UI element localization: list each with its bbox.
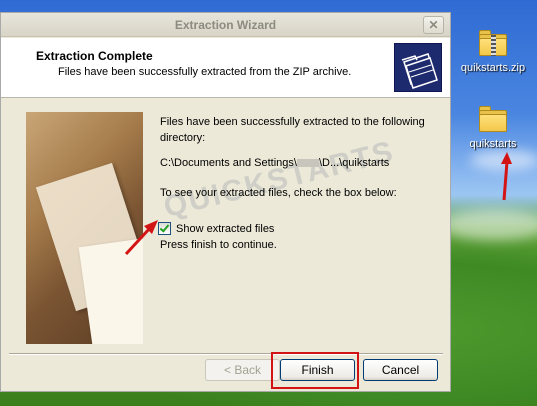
path-prefix: C:\Documents and Settings\ — [160, 157, 297, 169]
footer-divider — [9, 353, 443, 355]
title-bar[interactable]: Extraction Wizard ✕ — [1, 13, 450, 37]
zip-folder-icon — [477, 28, 509, 58]
extraction-path: C:\Documents and Settings\ \D...\quikstar… — [160, 157, 389, 169]
header-title: Extraction Complete — [36, 49, 153, 63]
desktop-icon-label: quikstarts — [469, 138, 517, 150]
path-suffix: \D...\quikstarts — [318, 157, 390, 169]
folder-stack-icon — [394, 43, 442, 92]
finish-note: Press finish to continue. — [160, 239, 277, 251]
extraction-wizard-window: Extraction Wizard ✕ Extraction Complete … — [0, 12, 451, 392]
checkbox-label[interactable]: Show extracted files — [176, 223, 274, 235]
desktop-icon-quikstarts-zip[interactable]: quikstarts.zip — [448, 28, 537, 74]
annotation-arrow — [501, 152, 512, 201]
cloud — [440, 210, 537, 240]
instruction-text: To see your extracted files, check the b… — [160, 187, 397, 199]
watermark: QUICKSTARTS — [160, 134, 398, 225]
cancel-button[interactable]: Cancel — [363, 359, 438, 381]
body-text-line2: directory: — [160, 132, 206, 144]
header-subtitle: Files have been successfully extracted f… — [58, 66, 352, 78]
back-button[interactable]: < Back — [205, 359, 280, 381]
folder-icon — [477, 104, 509, 134]
finish-highlight-box — [271, 352, 359, 389]
desktop-icon-quikstarts[interactable]: quikstarts — [448, 104, 537, 150]
desktop-icon-label: quikstarts.zip — [460, 62, 526, 74]
close-button[interactable]: ✕ — [423, 16, 444, 34]
body-text-line1: Files have been successfully extracted t… — [160, 116, 425, 128]
window-title: Extraction Wizard — [174, 18, 277, 32]
annotation-arrow — [124, 220, 158, 256]
wizard-header: Extraction Complete Files have been succ… — [1, 38, 450, 98]
close-icon: ✕ — [428, 18, 439, 32]
redacted-username — [296, 159, 319, 168]
